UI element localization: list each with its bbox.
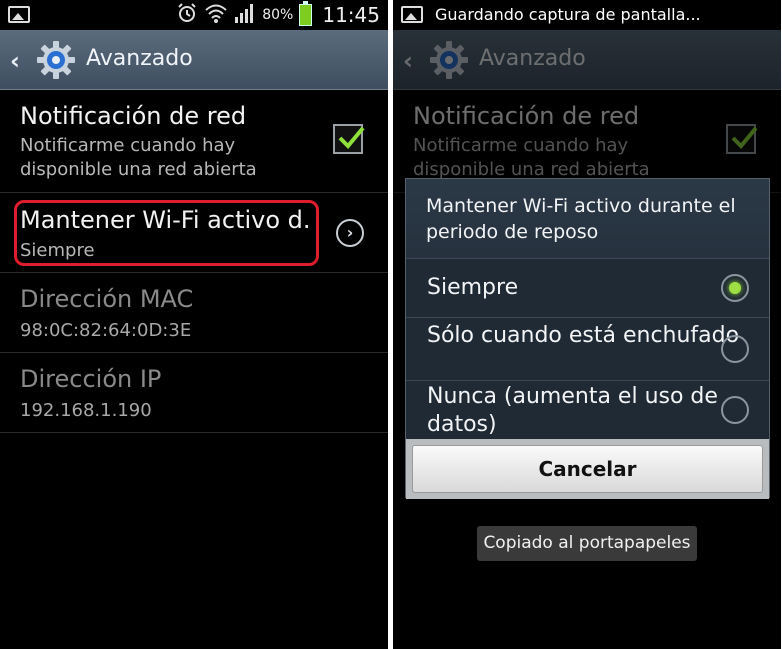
dialog-footer: Cancelar xyxy=(406,439,769,499)
option-never[interactable]: Nunca (aumenta el uso de datos) xyxy=(406,381,769,439)
radio-unselected-icon[interactable] xyxy=(721,396,749,424)
item-title: Mantener Wi-Fi activo d. xyxy=(20,206,311,234)
mac-address-item: Dirección MAC 98:0C:82:64:0D:3E xyxy=(0,273,388,353)
clock: 11:45 xyxy=(322,3,380,27)
option-plugged-in[interactable]: Sólo cuando está enchufado xyxy=(406,318,769,381)
item-title: Dirección IP xyxy=(20,365,162,393)
toast-message: Copiado al portapapeles xyxy=(477,526,697,561)
wifi-icon xyxy=(204,2,228,28)
item-summary: Siempre xyxy=(20,240,95,261)
status-bar: Guardando captura de pantalla... xyxy=(393,0,781,30)
keep-wifi-on-item[interactable]: Mantener Wi-Fi activo d. Siempre › xyxy=(0,193,388,273)
notification-ticker: Guardando captura de pantalla... xyxy=(435,5,701,24)
chevron-right-icon[interactable]: › xyxy=(336,219,364,247)
item-summary: 98:0C:82:64:0D:3E xyxy=(20,320,192,341)
battery-icon xyxy=(299,1,313,26)
option-label: Sólo cuando está enchufado xyxy=(427,323,740,348)
signal-icon xyxy=(234,2,256,28)
action-bar: ‹ Avanzado xyxy=(0,30,388,90)
item-title: Dirección MAC xyxy=(20,285,194,313)
sleep-policy-dialog: Mantener Wi-Fi activo durante el periodo… xyxy=(405,178,770,499)
screenshot-notification-icon xyxy=(401,6,423,23)
item-summary: Notificarme cuando hay disponible una re… xyxy=(20,135,257,180)
settings-gear-icon[interactable] xyxy=(36,40,76,80)
dialog-title: Mantener Wi-Fi activo durante el periodo… xyxy=(406,179,769,259)
item-summary: 192.168.1.190 xyxy=(20,400,152,421)
battery-percent: 80% xyxy=(262,7,294,23)
cancel-button[interactable]: Cancelar xyxy=(412,445,763,493)
status-bar: 80% 11:45 xyxy=(0,0,388,30)
item-title: Notificación de red xyxy=(20,102,247,130)
ip-address-item: Dirección IP 192.168.1.190 xyxy=(0,353,388,433)
network-notification-checkbox[interactable] xyxy=(333,124,365,154)
page-title: Avanzado xyxy=(86,46,193,71)
screenshot-notification-icon xyxy=(8,6,30,23)
back-chevron-icon[interactable]: ‹ xyxy=(10,47,20,75)
alarm-icon xyxy=(176,2,198,28)
network-notification-item[interactable]: Notificación de red Notificarme cuando h… xyxy=(0,90,388,193)
settings-screen: 80% 11:45 ‹ Avanzado Notificación de red… xyxy=(0,0,388,649)
option-always[interactable]: Siempre xyxy=(406,259,769,318)
checkmark-icon xyxy=(338,126,365,149)
option-label: Siempre xyxy=(427,275,519,300)
radio-unselected-icon[interactable] xyxy=(721,335,749,363)
option-label: Nunca (aumenta el uso de datos) xyxy=(427,384,718,437)
radio-selected-icon[interactable] xyxy=(721,274,749,302)
settings-list: Notificación de red Notificarme cuando h… xyxy=(0,90,388,433)
dialog-screen: Guardando captura de pantalla... ‹ xyxy=(393,0,781,649)
